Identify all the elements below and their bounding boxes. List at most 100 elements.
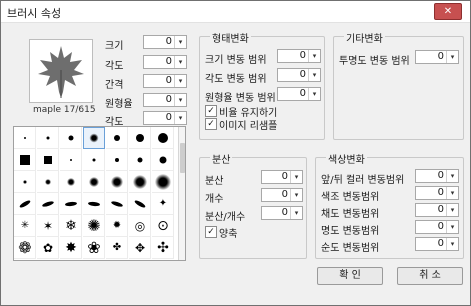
brightness-var-spinner[interactable]: 0 ▾ xyxy=(415,220,459,234)
brush-thumbnail[interactable] xyxy=(37,193,59,215)
brush-thumbnail[interactable] xyxy=(83,149,105,171)
chevron-down-icon[interactable]: ▾ xyxy=(174,36,186,48)
scroll-thumb[interactable] xyxy=(180,143,185,173)
maple-leaf-icon xyxy=(38,46,84,98)
brush-thumbnail[interactable]: ✦ xyxy=(152,193,174,215)
chevron-down-icon[interactable]: ▾ xyxy=(290,189,302,201)
brush-thumbnail[interactable] xyxy=(60,193,82,215)
brush-thumbnail[interactable]: ✶ xyxy=(37,215,59,237)
brush-thumbnail[interactable] xyxy=(152,149,174,171)
brush-thumbnail[interactable]: ⊙ xyxy=(152,215,174,237)
cancel-button[interactable]: 취 소 xyxy=(397,267,463,285)
brush-thumbnail[interactable] xyxy=(60,149,82,171)
brush-thumbnail[interactable] xyxy=(106,193,128,215)
chevron-down-icon[interactable]: ▾ xyxy=(290,171,302,183)
ok-button[interactable]: 확 인 xyxy=(317,267,383,285)
brush-thumbnail[interactable] xyxy=(14,149,36,171)
chevron-down-icon[interactable]: ▾ xyxy=(446,170,458,182)
chevron-down-icon[interactable]: ▾ xyxy=(446,187,458,199)
brush-thumbnail[interactable]: ✹ xyxy=(106,215,128,237)
brush-thumbnail[interactable] xyxy=(37,149,59,171)
spacing-spinner[interactable]: 0 ▾ xyxy=(143,74,187,88)
brush-thumbnail[interactable] xyxy=(83,127,105,149)
chevron-down-icon[interactable]: ▾ xyxy=(174,75,186,87)
brush-shape-icon xyxy=(19,154,30,165)
brush-thumbnail[interactable] xyxy=(106,171,128,193)
keep-ratio-checkbox[interactable]: ✓ xyxy=(205,105,217,117)
brush-thumbnail[interactable] xyxy=(106,149,128,171)
brush-thumbnail[interactable]: ✿ xyxy=(37,237,59,259)
close-button[interactable]: ✕ xyxy=(434,3,462,20)
purity-var-spinner[interactable]: 0 ▾ xyxy=(415,237,459,251)
both-axes-checkbox[interactable]: ✓ xyxy=(205,226,217,238)
brush-thumbnail[interactable] xyxy=(152,127,174,149)
scatter-spinner[interactable]: 0 ▾ xyxy=(261,170,303,184)
brush-shape-icon xyxy=(66,177,75,186)
brush-thumbnail[interactable] xyxy=(129,149,151,171)
brush-thumbnail[interactable] xyxy=(60,127,82,149)
chevron-down-icon[interactable]: ▾ xyxy=(446,51,458,63)
resample-checkbox[interactable]: ✓ xyxy=(205,118,217,130)
brush-thumbnail[interactable] xyxy=(83,171,105,193)
brush-shape-icon xyxy=(159,156,166,163)
brush-thumbnail[interactable] xyxy=(106,127,128,149)
chevron-down-icon[interactable]: ▾ xyxy=(308,69,320,81)
brush-shape-icon: ❀ xyxy=(87,238,101,257)
roundness-spinner[interactable]: 0 ▾ xyxy=(143,93,187,107)
opacity-var-spinner[interactable]: 0 ▾ xyxy=(415,50,459,64)
angle-spinner[interactable]: 0 ▾ xyxy=(143,55,187,69)
hue-var-spinner[interactable]: 0 ▾ xyxy=(415,186,459,200)
brush-grid[interactable]: ✦ ✳ ✶ ❄ ✺ ✹ ◎ ⊙ ❁ ✿ ✸ ❀ ✤ ✥ ✣ xyxy=(13,126,186,261)
chevron-down-icon[interactable]: ▾ xyxy=(308,50,320,62)
brush-shape-icon: ✶ xyxy=(42,219,54,233)
brush-thumbnail[interactable]: ❄ xyxy=(60,215,82,237)
brush-thumbnail[interactable] xyxy=(14,193,36,215)
scatter-count-spinner[interactable]: 0 ▾ xyxy=(261,206,303,220)
brush-thumbnail[interactable] xyxy=(129,193,151,215)
brush-shape-icon xyxy=(110,199,123,208)
brush-thumbnail[interactable] xyxy=(14,171,36,193)
size-var-spinner[interactable]: 0 ▾ xyxy=(277,49,321,63)
brush-thumbnail[interactable]: ✳ xyxy=(14,215,36,237)
brush-thumbnail[interactable]: ❀ xyxy=(83,237,105,259)
brush-shape-icon xyxy=(18,198,31,209)
brush-thumbnail[interactable]: ◎ xyxy=(129,215,151,237)
brush-thumbnail[interactable]: ❁ xyxy=(14,237,36,259)
chevron-down-icon[interactable]: ▾ xyxy=(174,112,186,124)
brush-thumbnail[interactable] xyxy=(83,193,105,215)
size-spinner[interactable]: 0 ▾ xyxy=(143,35,187,49)
brush-thumbnail[interactable]: ✣ xyxy=(152,237,174,259)
brush-thumbnail[interactable]: ✺ xyxy=(83,215,105,237)
brush-thumbnail[interactable] xyxy=(129,127,151,149)
brush-thumbnail[interactable] xyxy=(37,127,59,149)
brush-thumbnail[interactable] xyxy=(14,127,36,149)
brush-shape-icon xyxy=(23,136,26,139)
brush-shape-icon xyxy=(22,179,27,184)
angle-var-spinner[interactable]: 0 ▾ xyxy=(277,68,321,82)
brush-thumbnail[interactable] xyxy=(37,171,59,193)
brush-thumbnail[interactable]: ✤ xyxy=(106,237,128,259)
brush-properties-dialog: 브러시 속성 ✕ maple 17/615 크기 0 ▾ 각도 0 ▾ 간격 0 ▾ … xyxy=(0,0,471,306)
brush-thumbnail[interactable] xyxy=(60,171,82,193)
count-spinner[interactable]: 0 ▾ xyxy=(261,188,303,202)
chevron-down-icon[interactable]: ▾ xyxy=(446,204,458,216)
chevron-down-icon[interactable]: ▾ xyxy=(446,221,458,233)
fg-bg-var-spinner[interactable]: 0 ▾ xyxy=(415,169,459,183)
chevron-down-icon[interactable]: ▾ xyxy=(174,94,186,106)
saturation-var-spinner[interactable]: 0 ▾ xyxy=(415,203,459,217)
chevron-down-icon[interactable]: ▾ xyxy=(446,238,458,250)
brush-thumbnail[interactable]: ✸ xyxy=(60,237,82,259)
round-var-spinner[interactable]: 0 ▾ xyxy=(277,87,321,101)
brush-thumbnail[interactable] xyxy=(129,171,151,193)
chevron-down-icon[interactable]: ▾ xyxy=(174,56,186,68)
brush-shape-icon xyxy=(113,134,120,141)
brush-thumbnail[interactable] xyxy=(152,171,174,193)
scatter-title: 분산 xyxy=(210,151,233,166)
brush-thumbnail[interactable]: ✥ xyxy=(129,237,151,259)
angle2-spinner[interactable]: 0 ▾ xyxy=(143,111,187,125)
shape-variation-title: 형태변화 xyxy=(210,30,251,45)
chevron-down-icon[interactable]: ▾ xyxy=(290,207,302,219)
brush-shape-icon xyxy=(69,158,72,161)
chevron-down-icon[interactable]: ▾ xyxy=(308,88,320,100)
grid-scrollbar[interactable] xyxy=(178,127,185,260)
